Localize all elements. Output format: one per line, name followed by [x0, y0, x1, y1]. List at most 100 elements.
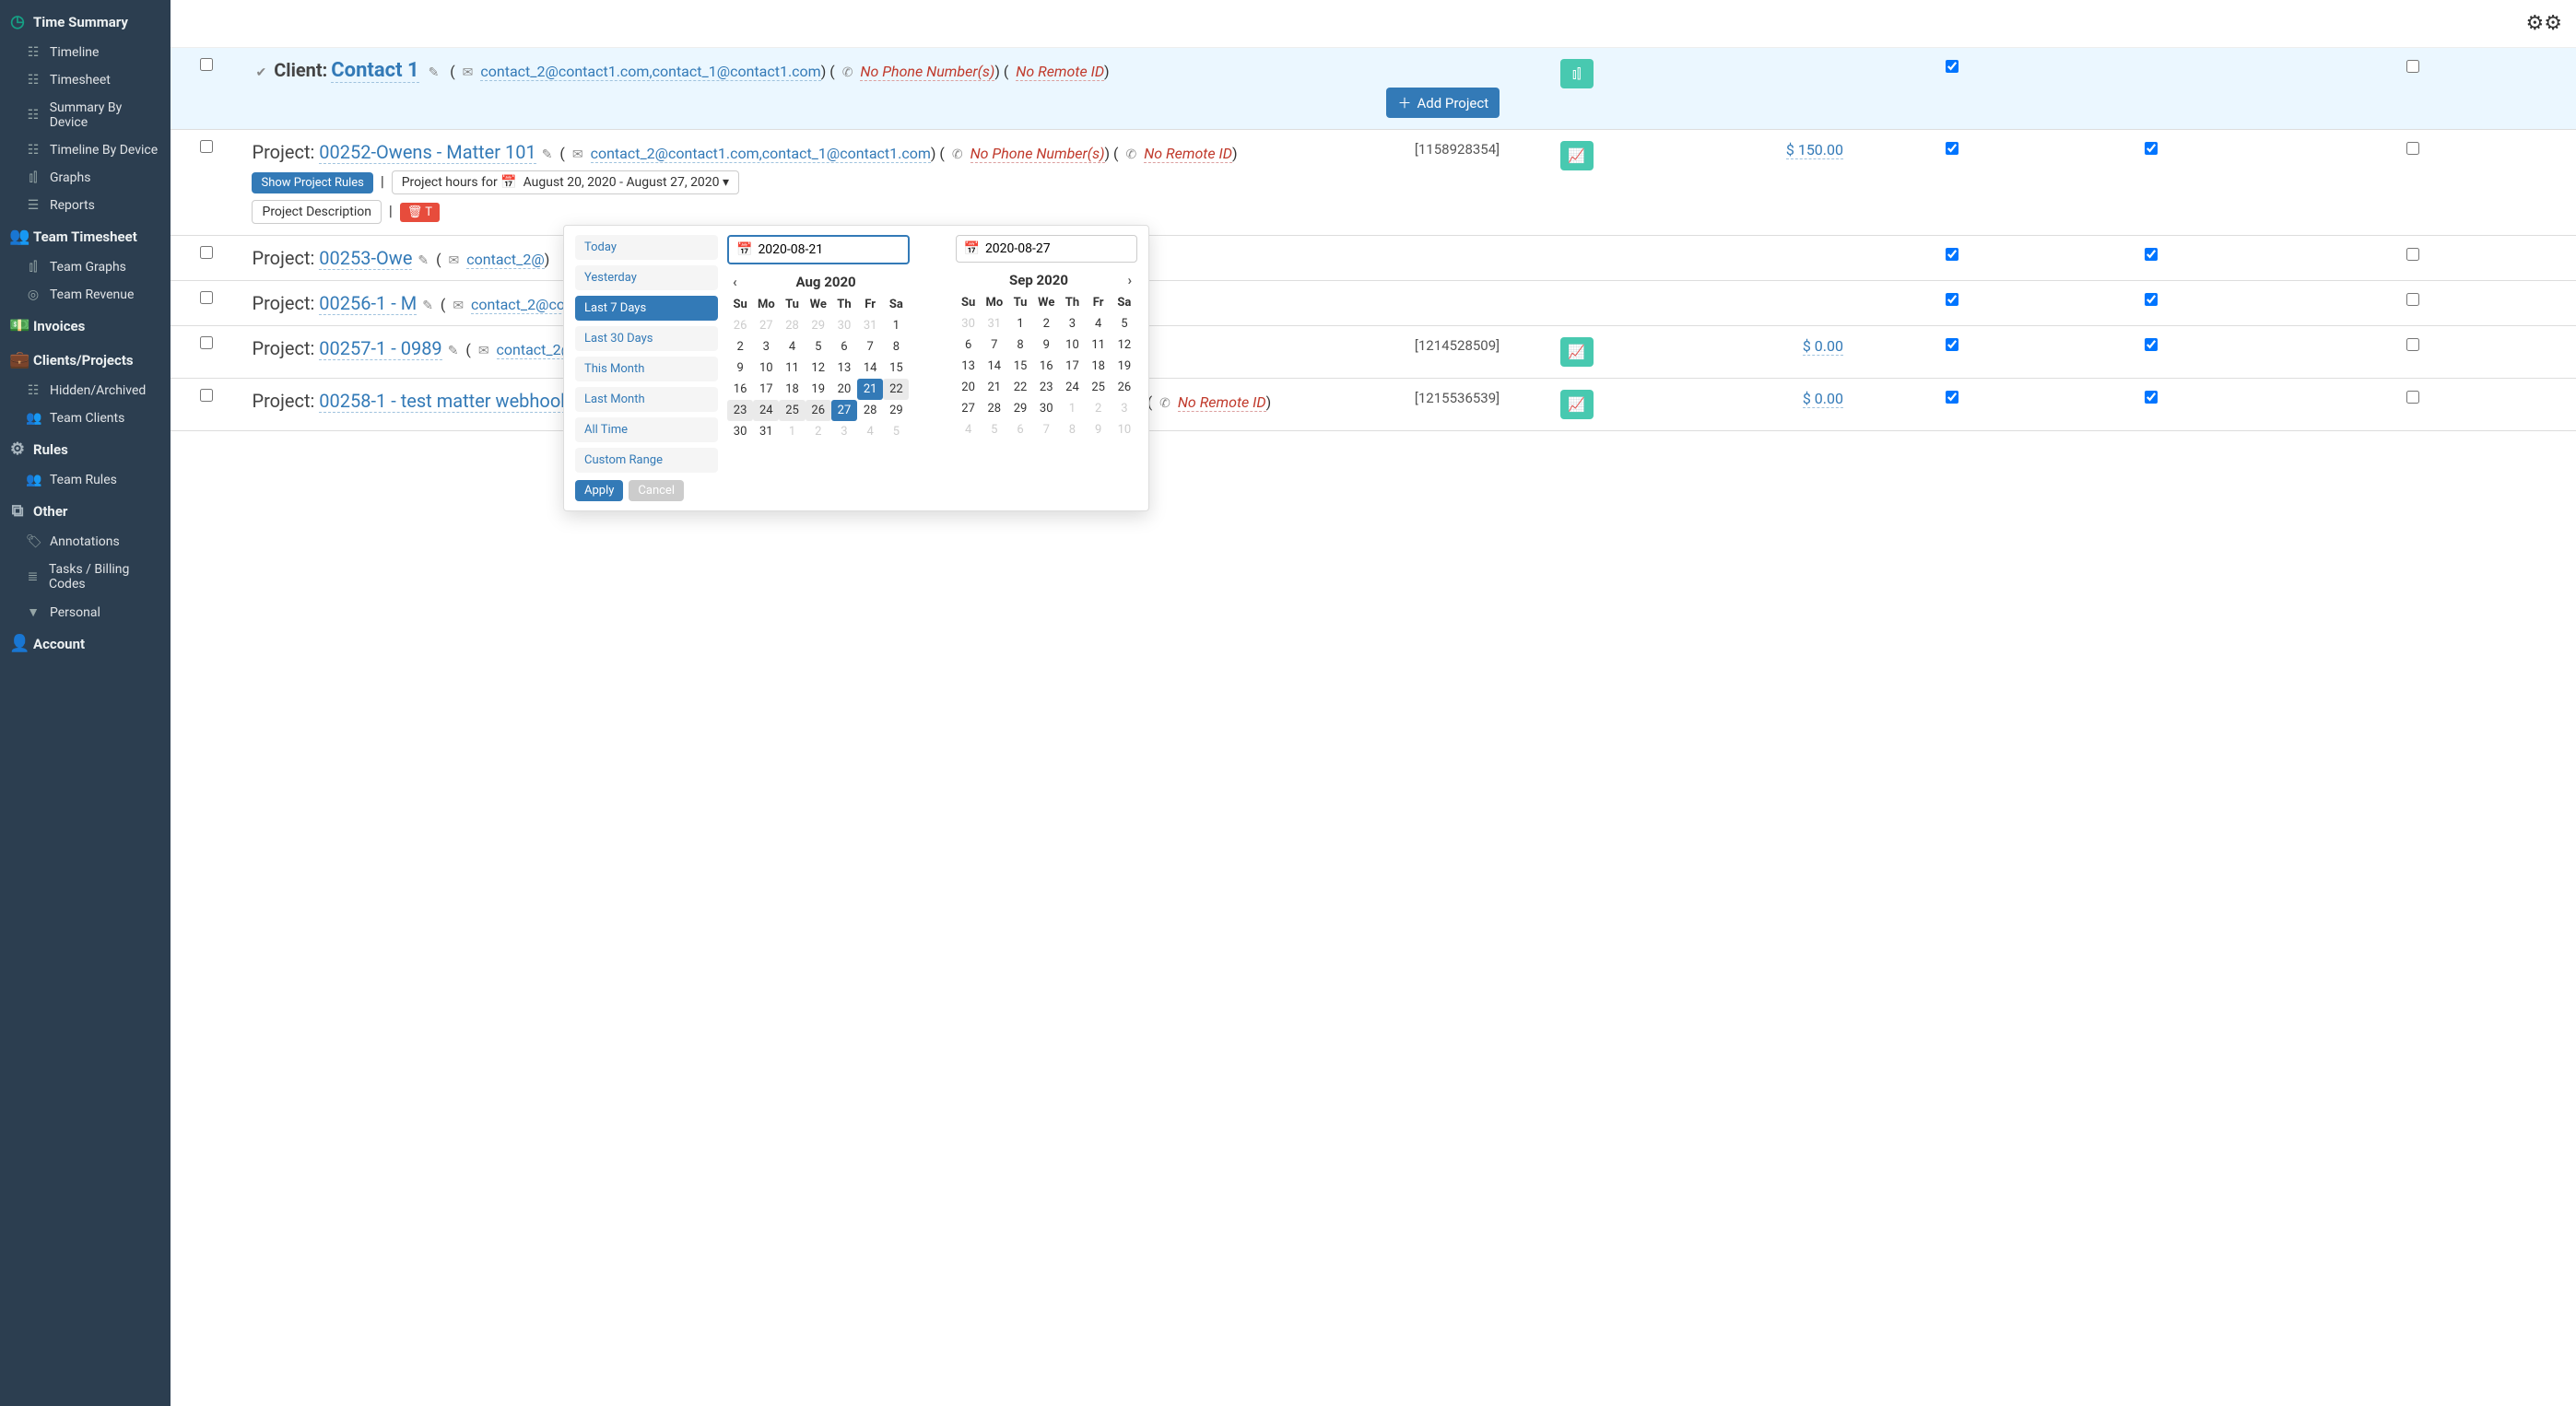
edit-icon[interactable]: ✎	[422, 299, 433, 313]
calendar-day[interactable]: 31	[982, 313, 1007, 334]
calendar-day[interactable]: 21	[982, 377, 1007, 398]
calendar-day[interactable]: 6	[831, 336, 857, 357]
calendar-day[interactable]: 25	[1086, 377, 1112, 398]
calendar-day[interactable]: 6	[956, 334, 982, 356]
calendar-day[interactable]: 20	[831, 379, 857, 400]
range-this-month[interactable]: This Month	[575, 357, 718, 381]
calendar-day[interactable]: 12	[1112, 334, 1137, 356]
calendar-day[interactable]: 7	[982, 334, 1007, 356]
col-checkbox-3[interactable]	[2406, 338, 2419, 351]
show-rules-button[interactable]: Show Project Rules	[252, 172, 372, 193]
col-checkbox-3[interactable]	[2406, 60, 2419, 73]
project-checkbox[interactable]	[200, 291, 213, 304]
calendar-day[interactable]: 14	[857, 357, 883, 379]
next-month-button[interactable]: ›	[1122, 272, 1137, 288]
client-noremote[interactable]: No Remote ID	[1016, 63, 1104, 81]
chart-button[interactable]: ⫾⫿	[1560, 59, 1594, 88]
from-date-input-wrap[interactable]: 📅	[727, 235, 910, 264]
calendar-day[interactable]: 17	[1059, 356, 1085, 377]
nav-team-timesheet[interactable]: 👥Team Timesheet	[0, 219, 171, 253]
col-checkbox-2[interactable]	[2145, 391, 2158, 404]
project-emails-link[interactable]: contact_2@	[466, 251, 544, 269]
col-checkbox-3[interactable]	[2406, 248, 2419, 261]
col-checkbox-3[interactable]	[2406, 391, 2419, 404]
calendar-day[interactable]: 5	[982, 419, 1007, 440]
calendar-day[interactable]: 1	[779, 421, 805, 442]
calendar-day[interactable]: 30	[831, 315, 857, 336]
calendar-day[interactable]: 27	[831, 400, 857, 421]
calendar-day[interactable]: 6	[1007, 419, 1033, 440]
calendar-day[interactable]: 3	[753, 336, 779, 357]
edit-icon[interactable]: ✎	[448, 344, 459, 358]
nav-timeline-device[interactable]: ☷Timeline By Device	[0, 136, 171, 164]
prev-month-button[interactable]: ‹	[727, 274, 743, 290]
calendar-day[interactable]: 31	[857, 315, 883, 336]
chart-button[interactable]: 📈	[1560, 390, 1594, 419]
client-name-link[interactable]: Contact 1	[331, 59, 418, 83]
calendar-day[interactable]: 30	[956, 313, 982, 334]
calendar-day[interactable]: 29	[883, 400, 909, 421]
edit-icon[interactable]: ✎	[418, 253, 429, 268]
add-project-button[interactable]: ＋Add Project	[1386, 88, 1500, 118]
nav-team-clients[interactable]: 👥Team Clients	[0, 404, 171, 432]
calendar-day[interactable]: 4	[956, 419, 982, 440]
project-checkbox[interactable]	[200, 140, 213, 153]
calendar-day[interactable]: 26	[806, 400, 831, 421]
project-nophone[interactable]: No Phone Number(s)	[970, 145, 1105, 163]
calendar-day[interactable]: 12	[806, 357, 831, 379]
calendar-day[interactable]: 26	[1112, 377, 1137, 398]
project-name-link[interactable]: 00256-1 - M	[319, 292, 417, 315]
calendar-day[interactable]: 8	[883, 336, 909, 357]
range-today[interactable]: Today	[575, 235, 718, 260]
calendar-day[interactable]: 9	[1033, 334, 1059, 356]
nav-team-revenue[interactable]: ◎Team Revenue	[0, 281, 171, 309]
apply-button[interactable]: Apply	[575, 480, 623, 501]
calendar-day[interactable]: 13	[831, 357, 857, 379]
project-noremote[interactable]: No Remote ID	[1178, 393, 1266, 412]
calendar-day[interactable]: 27	[956, 398, 982, 419]
calendar-day[interactable]: 2	[806, 421, 831, 442]
project-emails-link[interactable]: contact_2@contact1.com,contact_1@contact…	[591, 145, 931, 163]
calendar-day[interactable]: 3	[831, 421, 857, 442]
nav-summary-device[interactable]: ☷Summary By Device	[0, 94, 171, 136]
client-checkbox[interactable]	[200, 58, 213, 71]
nav-invoices[interactable]: 💵Invoices	[0, 309, 171, 343]
nav-account[interactable]: 👤Account	[0, 627, 171, 661]
calendar-day[interactable]: 15	[1007, 356, 1033, 377]
amount-link[interactable]: $ 150.00	[1786, 141, 1843, 159]
project-checkbox[interactable]	[200, 246, 213, 259]
project-noremote[interactable]: No Remote ID	[1144, 145, 1232, 163]
calendar-day[interactable]: 19	[1112, 356, 1137, 377]
nav-timeline[interactable]: ☷Timeline	[0, 39, 171, 66]
nav-time-summary[interactable]: ◷Time Summary	[0, 5, 171, 39]
col-checkbox-2[interactable]	[2145, 293, 2158, 306]
calendar-day[interactable]: 23	[1033, 377, 1059, 398]
calendar-day[interactable]: 1	[1059, 398, 1085, 419]
calendar-day[interactable]: 5	[883, 421, 909, 442]
nav-annotations[interactable]: 🏷Annotations	[0, 528, 171, 556]
calendar-day[interactable]: 3	[1112, 398, 1137, 419]
calendar-day[interactable]: 27	[753, 315, 779, 336]
range-all-time[interactable]: All Time	[575, 417, 718, 442]
calendar-day[interactable]: 29	[806, 315, 831, 336]
calendar-day[interactable]: 28	[857, 400, 883, 421]
trash-button[interactable]: 🗑 T	[400, 203, 440, 222]
from-date-input[interactable]	[758, 242, 900, 257]
project-name-link[interactable]: 00257-1 - 0989	[319, 337, 441, 360]
calendar-day[interactable]: 9	[727, 357, 753, 379]
edit-icon[interactable]: ✎	[542, 147, 553, 162]
calendar-day[interactable]: 24	[753, 400, 779, 421]
calendar-day[interactable]: 30	[1033, 398, 1059, 419]
to-date-input[interactable]	[985, 241, 1129, 256]
calendar-day[interactable]: 10	[1059, 334, 1085, 356]
col-checkbox-1[interactable]	[1946, 338, 1958, 351]
client-emails-link[interactable]: contact_2@contact1.com,contact_1@contact…	[480, 63, 820, 81]
range-last-7-days[interactable]: Last 7 Days	[575, 296, 718, 321]
amount-link[interactable]: $ 0.00	[1803, 390, 1843, 408]
calendar-day[interactable]: 10	[1112, 419, 1137, 440]
col-checkbox-3[interactable]	[2406, 142, 2419, 155]
calendar-day[interactable]: 9	[1086, 419, 1112, 440]
calendar-day[interactable]: 21	[857, 379, 883, 400]
calendar-day[interactable]: 13	[956, 356, 982, 377]
calendar-day[interactable]: 19	[806, 379, 831, 400]
